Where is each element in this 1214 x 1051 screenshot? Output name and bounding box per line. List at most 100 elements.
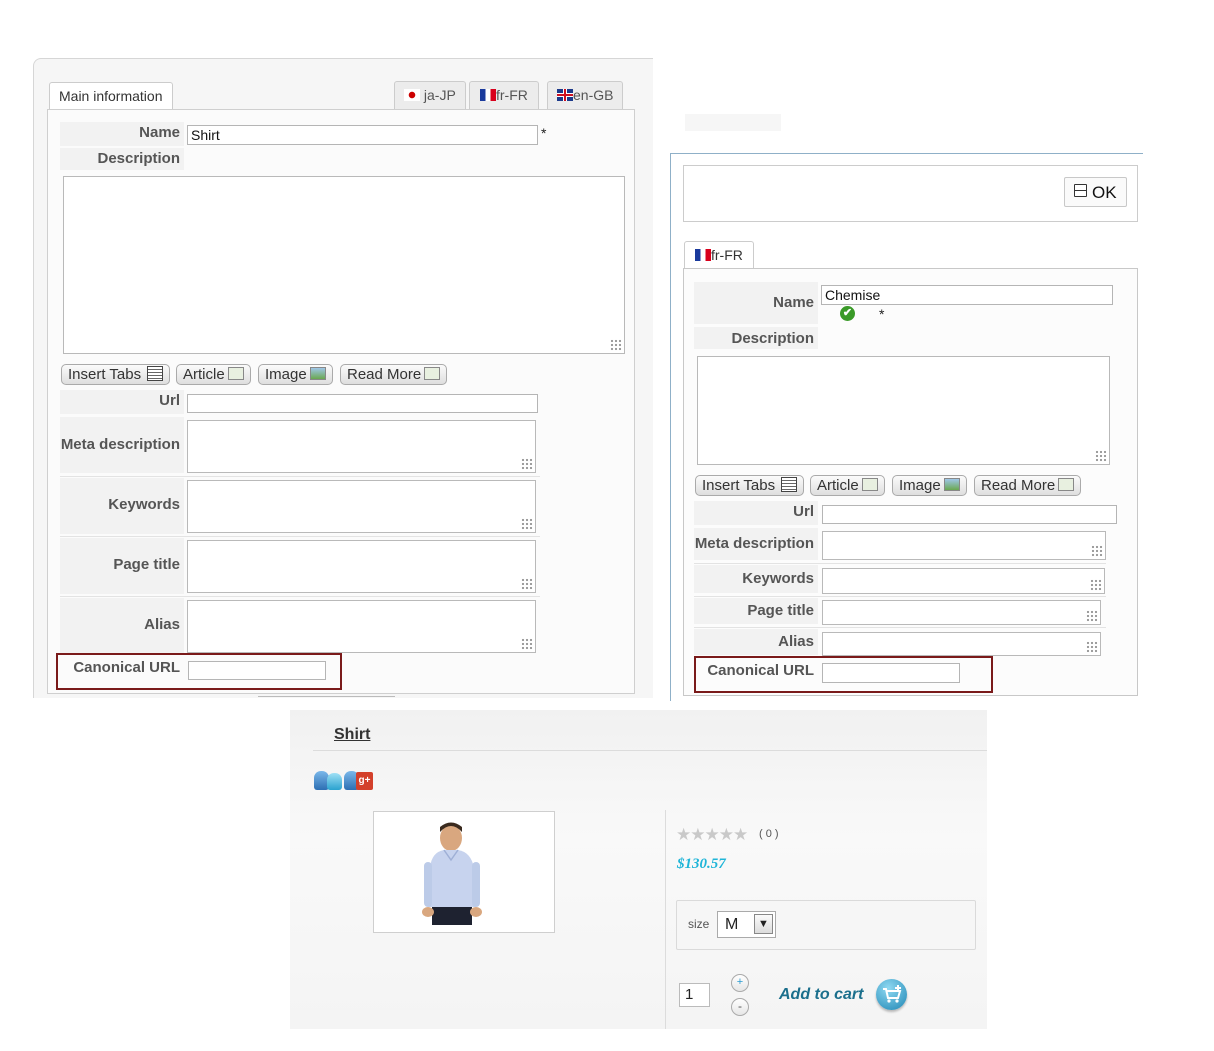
article-button[interactable]: Article <box>176 364 251 385</box>
meta-description-textarea[interactable] <box>822 531 1106 560</box>
cart-glyph <box>883 985 902 1003</box>
button-label: Insert Tabs <box>68 366 142 383</box>
tab-fr-fr[interactable]: fr-FR <box>469 81 539 109</box>
tab-label: fr-FR <box>711 247 743 263</box>
page-title-label: Page title <box>747 602 814 619</box>
tab-ja-jp[interactable]: ja-JP <box>394 81 466 109</box>
tab-fr-fr[interactable]: fr-FR <box>684 241 754 270</box>
calendar-icon <box>147 366 164 381</box>
google-plus-share-icon[interactable]: g+ <box>344 771 373 790</box>
uk-flag-icon <box>557 89 573 101</box>
resize-grip[interactable] <box>1095 450 1107 462</box>
resize-grip[interactable] <box>1086 610 1098 622</box>
alias-textarea[interactable] <box>187 600 536 653</box>
resize-grip[interactable] <box>521 638 533 650</box>
description-textarea[interactable] <box>63 176 625 354</box>
resize-grip[interactable] <box>521 518 533 530</box>
quantity-decrease-button[interactable]: - <box>731 998 749 1016</box>
read-more-button[interactable]: Read More <box>340 364 448 385</box>
name-label: Name <box>773 294 814 311</box>
tab-label: Main information <box>59 88 163 104</box>
alias-label: Alias <box>144 616 180 633</box>
meta-description-label: Meta description <box>694 535 814 552</box>
name-field[interactable]: Shirt <box>187 125 538 145</box>
page-title-textarea[interactable] <box>187 540 536 593</box>
button-label: Image <box>899 477 941 494</box>
name-field[interactable]: Chemise <box>821 285 1113 305</box>
keywords-label: Keywords <box>108 496 180 513</box>
page-title-label: Page title <box>113 556 180 573</box>
image-button[interactable]: Image <box>892 475 967 496</box>
tab-main-information[interactable]: Main information <box>49 82 173 111</box>
canonical-url-field[interactable] <box>822 663 960 683</box>
quantity-field[interactable]: 1 <box>679 983 710 1007</box>
share-icon[interactable] <box>314 771 342 790</box>
size-label: size <box>688 917 710 931</box>
article-button[interactable]: Article <box>810 475 885 496</box>
rating-stars[interactable]: ★★★★★ <box>676 825 748 845</box>
tab-label: fr-FR <box>496 87 528 103</box>
url-label: Url <box>793 503 814 520</box>
required-mark: * <box>541 125 547 141</box>
star-icon[interactable]: ★ <box>690 825 705 844</box>
star-icon[interactable]: ★ <box>705 825 720 844</box>
read-more-icon <box>1058 478 1075 491</box>
insert-tabs-button[interactable]: Insert Tabs <box>695 475 805 496</box>
star-icon[interactable]: ★ <box>676 825 691 844</box>
product-price: $130.57 <box>677 856 726 872</box>
insert-tabs-button[interactable]: Insert Tabs <box>61 364 171 385</box>
image-icon <box>309 367 326 380</box>
canonical-url-label: Canonical URL <box>707 662 814 679</box>
ok-label: OK <box>1092 183 1117 202</box>
star-icon[interactable]: ★ <box>719 825 734 844</box>
read-more-icon <box>424 367 441 380</box>
button-label: Read More <box>981 477 1056 494</box>
alias-textarea[interactable] <box>822 632 1101 656</box>
description-textarea[interactable] <box>697 356 1110 465</box>
url-field[interactable] <box>187 394 538 413</box>
meta-description-textarea[interactable] <box>187 420 536 473</box>
button-label: Article <box>183 366 225 383</box>
star-icon[interactable]: ★ <box>733 825 748 844</box>
resize-grip[interactable] <box>521 578 533 590</box>
add-to-cart-button[interactable]: Add to cart <box>779 986 863 1004</box>
resize-grip[interactable] <box>521 458 533 470</box>
keywords-textarea[interactable] <box>822 568 1105 594</box>
image-button[interactable]: Image <box>258 364 333 385</box>
name-label: Name <box>139 124 180 141</box>
quantity-increase-button[interactable]: + <box>731 974 749 992</box>
description-label: Description <box>731 330 814 347</box>
product-title[interactable]: Shirt <box>334 726 370 744</box>
rating-count: ( 0 ) <box>759 828 779 840</box>
resize-grip[interactable] <box>1090 579 1102 591</box>
article-icon <box>861 478 878 491</box>
keywords-textarea[interactable] <box>187 480 536 533</box>
save-icon <box>1074 184 1087 197</box>
faint-strip <box>685 114 781 131</box>
resize-grip[interactable] <box>610 339 622 351</box>
canonical-url-field[interactable] <box>188 661 326 680</box>
button-label: Read More <box>347 366 422 383</box>
chevron-down-icon[interactable]: ▼ <box>754 914 773 934</box>
ok-button[interactable]: OK <box>1064 177 1127 207</box>
tab-en-gb[interactable]: en-GB <box>547 81 624 109</box>
size-select[interactable]: M ▼ <box>717 911 776 938</box>
read-more-button[interactable]: Read More <box>974 475 1082 496</box>
size-selected-value: M <box>725 916 739 933</box>
cart-icon[interactable] <box>876 979 907 1010</box>
image-icon <box>943 478 960 491</box>
article-icon <box>227 367 244 380</box>
france-flag-icon <box>695 249 711 261</box>
url-label: Url <box>159 392 180 409</box>
france-flag-icon <box>480 89 496 101</box>
alias-label: Alias <box>778 633 814 650</box>
button-label: Article <box>817 477 859 494</box>
resize-grip[interactable] <box>1086 641 1098 653</box>
page-title-textarea[interactable] <box>822 600 1101 625</box>
calendar-icon <box>781 477 798 492</box>
canonical-url-label: Canonical URL <box>73 659 180 676</box>
button-label: Image <box>265 366 307 383</box>
resize-grip[interactable] <box>1091 545 1103 557</box>
url-field[interactable] <box>822 505 1117 524</box>
product-image[interactable] <box>373 811 555 933</box>
